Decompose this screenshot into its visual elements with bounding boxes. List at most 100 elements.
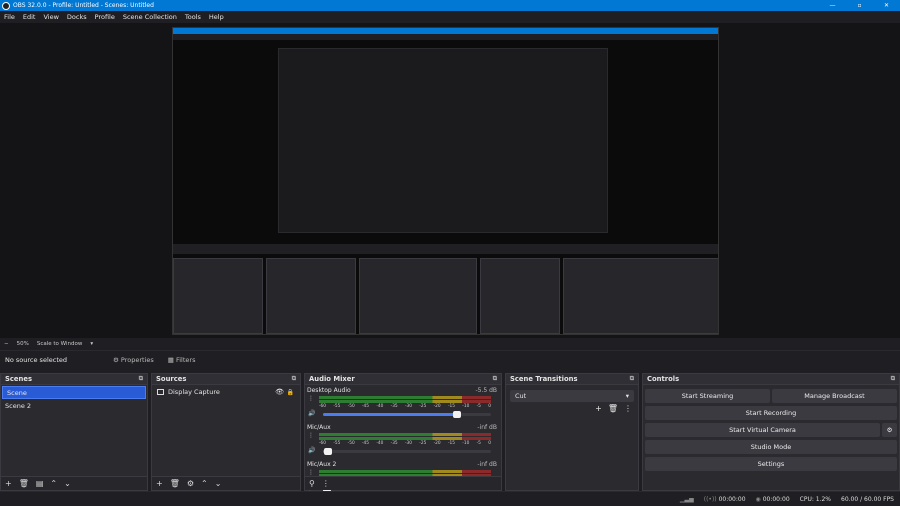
start-streaming-button[interactable]: Start Streaming	[645, 389, 770, 403]
source-item-display-capture[interactable]: Display Capture 👁 🔒	[152, 385, 300, 399]
volume-slider[interactable]	[323, 411, 491, 418]
sources-dock: Sources ⧉ Display Capture 👁 🔒 + 🗑 ⚙ ⌃ ⌄	[151, 373, 301, 491]
close-icon[interactable]: ✕	[873, 0, 900, 11]
zoom-out-button[interactable]: −	[4, 341, 9, 347]
meter-scale: -60-55-50-45-40-35-30-25-20-15-10-50	[319, 404, 491, 410]
transition-select[interactable]: Cut ▾	[510, 390, 634, 402]
scale-tick: -55	[333, 441, 341, 446]
move-down-icon[interactable]: ⌄	[215, 479, 222, 488]
filters-button[interactable]: ▦ Filters	[162, 354, 202, 366]
level-meter	[319, 433, 491, 436]
scene-item-scene-2[interactable]: Scene 2	[1, 399, 147, 412]
chevron-down-icon[interactable]: ▾	[90, 341, 93, 347]
undock-icon[interactable]: ⧉	[493, 375, 497, 383]
move-up-icon[interactable]: ⌃	[50, 479, 57, 488]
more-icon[interactable]: ⋮	[308, 395, 314, 402]
channel-db: -inf dB	[477, 424, 497, 431]
manage-broadcast-button[interactable]: Manage Broadcast	[772, 389, 897, 403]
properties-button[interactable]: ⚙ Properties	[107, 354, 160, 366]
undock-icon[interactable]: ⧉	[292, 375, 296, 383]
scale-mode-select[interactable]: Scale to Window	[37, 341, 83, 347]
gear-icon[interactable]: ⚙	[882, 423, 897, 437]
trash-icon[interactable]: 🗑	[19, 479, 29, 488]
menu-help[interactable]: Help	[209, 13, 224, 21]
add-icon[interactable]: +	[595, 404, 602, 413]
more-icon[interactable]: ⋮	[624, 404, 632, 413]
meter-scale: -60-55-50-45-40-35-30-25-20-15-10-50	[319, 441, 491, 447]
move-down-icon[interactable]: ⌄	[64, 479, 71, 488]
scenes-toolbar: + 🗑 ▤ ⌃ ⌄	[1, 476, 147, 490]
speaker-icon[interactable]: 🔊	[308, 447, 315, 454]
start-virtual-camera-button[interactable]: Start Virtual Camera	[645, 423, 880, 437]
scenes-dock: Scenes ⧉ Scene Scene 2 + 🗑 ▤ ⌃ ⌄	[0, 373, 148, 491]
preview-mini-infobar	[173, 244, 718, 254]
add-icon[interactable]: +	[5, 479, 12, 488]
menu-file[interactable]: File	[4, 13, 15, 21]
channel-header: Mic/Aux -inf dB	[307, 424, 497, 431]
scale-tick: -5	[476, 441, 481, 446]
volume-knob[interactable]	[324, 448, 333, 455]
zoom-level[interactable]: 50%	[17, 341, 29, 347]
move-up-icon[interactable]: ⌃	[201, 479, 208, 488]
preview-mini-scenes	[173, 258, 263, 334]
channel-header: Desktop Audio -5.5 dB	[307, 387, 497, 394]
scale-tick: -15	[447, 441, 455, 446]
transition-tools: + 🗑 ⋮	[595, 404, 632, 413]
undock-icon[interactable]: ⧉	[139, 375, 143, 383]
scale-tick: -30	[404, 404, 412, 409]
preview-canvas[interactable]	[172, 27, 719, 335]
controls-dock: Controls ⧉ Start Streaming Manage Broadc…	[642, 373, 900, 491]
channel-name: Mic/Aux 2	[307, 461, 337, 468]
mixer-toolbar: ⚲ ⋮	[305, 476, 501, 490]
add-icon[interactable]: +	[156, 479, 163, 488]
menu-tools[interactable]: Tools	[185, 13, 201, 21]
scale-tick: -55	[333, 404, 341, 409]
transitions-header: Scene Transitions ⧉	[506, 374, 638, 385]
menu-scene-collection[interactable]: Scene Collection	[123, 13, 177, 21]
audio-mixer-dock: Audio Mixer ⧉ Desktop Audio -5.5 dB ⋮ -60 -5…	[304, 373, 502, 492]
trash-icon[interactable]: 🗑	[608, 404, 618, 413]
lock-icon[interactable]: 🔒	[287, 389, 294, 396]
signal-icon: ▁▃▅	[679, 495, 694, 503]
link-icon[interactable]: ⚲	[309, 479, 315, 488]
no-source-label: No source selected	[5, 356, 67, 364]
scale-tick: -60	[319, 441, 327, 446]
level-meter	[319, 396, 491, 399]
scale-tick: -30	[404, 441, 412, 446]
studio-mode-button[interactable]: Studio Mode	[645, 440, 897, 454]
scene-item-scene[interactable]: Scene	[2, 386, 146, 399]
volume-slider[interactable]	[323, 448, 491, 455]
scale-tick: -5	[476, 404, 481, 409]
speaker-icon[interactable]: 🔊	[308, 410, 315, 417]
mixer-channel: Desktop Audio -5.5 dB ⋮ -60 -55 -50 -45 -40 -35-…	[305, 385, 501, 422]
settings-button[interactable]: Settings	[645, 457, 897, 471]
channel-name: Desktop Audio	[307, 387, 351, 394]
scale-tick: -10	[462, 404, 470, 409]
trash-icon[interactable]: 🗑	[170, 479, 180, 488]
start-recording-button[interactable]: Start Recording	[645, 406, 897, 420]
minimize-icon[interactable]: —	[819, 0, 846, 11]
undock-icon[interactable]: ⧉	[891, 375, 895, 383]
scale-tick: -20	[433, 404, 441, 409]
gear-icon[interactable]: ⚙	[187, 479, 194, 488]
gear-icon: ⚙	[113, 356, 121, 364]
volume-knob[interactable]	[453, 411, 462, 418]
sources-toolbar: + 🗑 ⚙ ⌃ ⌄	[152, 476, 300, 490]
maximize-icon[interactable]: ▫	[846, 0, 873, 11]
more-icon[interactable]: ⋮	[308, 432, 314, 439]
scale-tick: -25	[419, 404, 427, 409]
menu-profile[interactable]: Profile	[95, 13, 115, 21]
status-bar: ▁▃▅ ((•)) 00:00:00 ◉ 00:00:00 CPU: 1.2% …	[0, 491, 900, 506]
scale-tick: -40	[376, 441, 384, 446]
preview-mini-transitions	[480, 258, 560, 334]
eye-icon[interactable]: 👁	[275, 388, 284, 396]
filter-icon[interactable]: ▤	[36, 479, 44, 488]
more-icon[interactable]: ⋮	[322, 479, 330, 488]
menu-docks[interactable]: Docks	[67, 13, 87, 21]
undock-icon[interactable]: ⧉	[630, 375, 634, 383]
menu-view[interactable]: View	[43, 13, 58, 21]
sources-title: Sources	[156, 375, 187, 383]
more-icon[interactable]: ⋮	[308, 469, 314, 476]
cpu-usage: CPU: 1.2%	[799, 495, 832, 503]
menu-edit[interactable]: Edit	[23, 13, 36, 21]
